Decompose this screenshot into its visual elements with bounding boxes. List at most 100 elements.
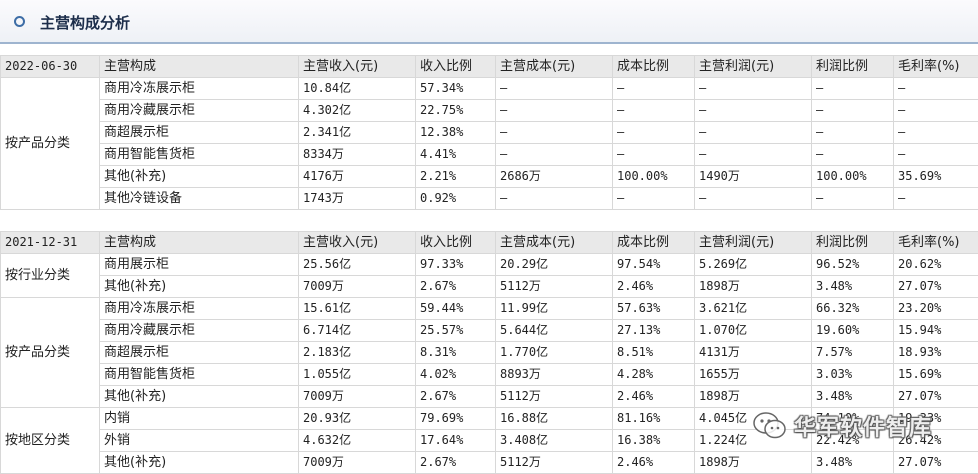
value-cell: —: [496, 122, 613, 144]
value-cell: 3.48%: [812, 276, 894, 298]
column-header: 收入比例: [416, 56, 496, 78]
table-row: 其他(补充)7009万2.67%5112万2.46%1898万3.48%27.0…: [1, 276, 978, 298]
value-cell: —: [496, 144, 613, 166]
table-header-row: 2022-06-30主营构成主营收入(元)收入比例主营成本(元)成本比例主营利润…: [1, 56, 978, 78]
value-cell: 20.93亿: [299, 408, 416, 430]
value-cell: 1.770亿: [496, 342, 613, 364]
column-header: 主营构成: [100, 232, 299, 254]
column-header: 主营构成: [100, 56, 299, 78]
value-cell: 15.94%: [894, 320, 978, 342]
segment-name-cell: 商超展示柜: [100, 122, 299, 144]
value-cell: 7.57%: [812, 342, 894, 364]
value-cell: 1898万: [695, 276, 812, 298]
value-cell: 3.408亿: [496, 430, 613, 452]
column-header: 收入比例: [416, 232, 496, 254]
table-row: 按产品分类商用冷冻展示柜15.61亿59.44%11.99亿57.63%3.62…: [1, 298, 978, 320]
value-cell: 2.183亿: [299, 342, 416, 364]
watermark-text: 华军软件智库: [794, 410, 932, 442]
value-cell: —: [812, 144, 894, 166]
column-header: 毛利率(%): [894, 56, 978, 78]
category-cell: 按地区分类: [1, 408, 100, 474]
segment-name-cell: 其他(补充): [100, 276, 299, 298]
value-cell: —: [613, 188, 695, 210]
value-cell: —: [894, 78, 978, 100]
watermark: 华军软件智库: [752, 408, 978, 448]
value-cell: —: [812, 100, 894, 122]
value-cell: 57.34%: [416, 78, 496, 100]
value-cell: 25.56亿: [299, 254, 416, 276]
value-cell: 3.03%: [812, 364, 894, 386]
table-row: 商超展示柜2.341亿12.38%—————: [1, 122, 978, 144]
table-row: 其他(补充)7009万2.67%5112万2.46%1898万3.48%27.0…: [1, 386, 978, 408]
value-cell: —: [695, 78, 812, 100]
segment-name-cell: 商超展示柜: [100, 342, 299, 364]
value-cell: 3.48%: [812, 452, 894, 474]
segment-name-cell: 商用展示柜: [100, 254, 299, 276]
value-cell: 2.67%: [416, 386, 496, 408]
segment-name-cell: 商用冷冻展示柜: [100, 298, 299, 320]
value-cell: 12.38%: [416, 122, 496, 144]
value-cell: 59.44%: [416, 298, 496, 320]
value-cell: 5.269亿: [695, 254, 812, 276]
value-cell: 8.51%: [613, 342, 695, 364]
value-cell: 15.69%: [894, 364, 978, 386]
value-cell: 4.632亿: [299, 430, 416, 452]
report-date: 2021-12-31: [1, 232, 100, 254]
column-header: 利润比例: [812, 56, 894, 78]
table-row: 商用智能售货柜1.055亿4.02%8893万4.28%1655万3.03%15…: [1, 364, 978, 386]
value-cell: 8893万: [496, 364, 613, 386]
value-cell: 15.61亿: [299, 298, 416, 320]
value-cell: —: [812, 78, 894, 100]
segment-name-cell: 其他(补充): [100, 452, 299, 474]
column-header: 主营利润(元): [695, 56, 812, 78]
column-header: 主营成本(元): [496, 232, 613, 254]
column-header: 主营收入(元): [299, 232, 416, 254]
value-cell: 23.20%: [894, 298, 978, 320]
value-cell: 96.52%: [812, 254, 894, 276]
table-row: 按产品分类商用冷冻展示柜10.84亿57.34%—————: [1, 78, 978, 100]
value-cell: 1490万: [695, 166, 812, 188]
value-cell: 5.644亿: [496, 320, 613, 342]
value-cell: 2.67%: [416, 276, 496, 298]
value-cell: —: [894, 100, 978, 122]
category-cell: 按产品分类: [1, 78, 100, 210]
value-cell: 3.621亿: [695, 298, 812, 320]
table-row: 商用冷藏展示柜4.302亿22.75%—————: [1, 100, 978, 122]
table-row: 其他冷链设备1743万0.92%—————: [1, 188, 978, 210]
table-2022-06-30: 2022-06-30主营构成主营收入(元)收入比例主营成本(元)成本比例主营利润…: [0, 55, 978, 210]
wechat-icon: [752, 410, 788, 442]
value-cell: —: [613, 122, 695, 144]
column-header: 主营利润(元): [695, 232, 812, 254]
value-cell: 2.341亿: [299, 122, 416, 144]
value-cell: 5112万: [496, 386, 613, 408]
value-cell: 66.32%: [812, 298, 894, 320]
value-cell: —: [812, 122, 894, 144]
value-cell: 5112万: [496, 276, 613, 298]
segment-name-cell: 外销: [100, 430, 299, 452]
value-cell: 1898万: [695, 386, 812, 408]
value-cell: 17.64%: [416, 430, 496, 452]
value-cell: 2.46%: [613, 276, 695, 298]
table-row: 其他(补充)4176万2.21%2686万100.00%1490万100.00%…: [1, 166, 978, 188]
segment-name-cell: 商用智能售货柜: [100, 364, 299, 386]
value-cell: 27.07%: [894, 452, 978, 474]
table-row: 按行业分类商用展示柜25.56亿97.33%20.29亿97.54%5.269亿…: [1, 254, 978, 276]
value-cell: 1898万: [695, 452, 812, 474]
table-row: 商用冷藏展示柜6.714亿25.57%5.644亿27.13%1.070亿19.…: [1, 320, 978, 342]
segment-name-cell: 商用冷藏展示柜: [100, 100, 299, 122]
value-cell: —: [695, 144, 812, 166]
value-cell: —: [613, 144, 695, 166]
value-cell: 6.714亿: [299, 320, 416, 342]
column-header: 成本比例: [613, 56, 695, 78]
value-cell: 8334万: [299, 144, 416, 166]
value-cell: 1655万: [695, 364, 812, 386]
value-cell: 25.57%: [416, 320, 496, 342]
column-header: 成本比例: [613, 232, 695, 254]
value-cell: 2.46%: [613, 386, 695, 408]
section-header: 主营构成分析: [0, 0, 978, 44]
value-cell: 7009万: [299, 452, 416, 474]
value-cell: 20.29亿: [496, 254, 613, 276]
value-cell: 4.02%: [416, 364, 496, 386]
segment-name-cell: 商用智能售货柜: [100, 144, 299, 166]
value-cell: 16.88亿: [496, 408, 613, 430]
